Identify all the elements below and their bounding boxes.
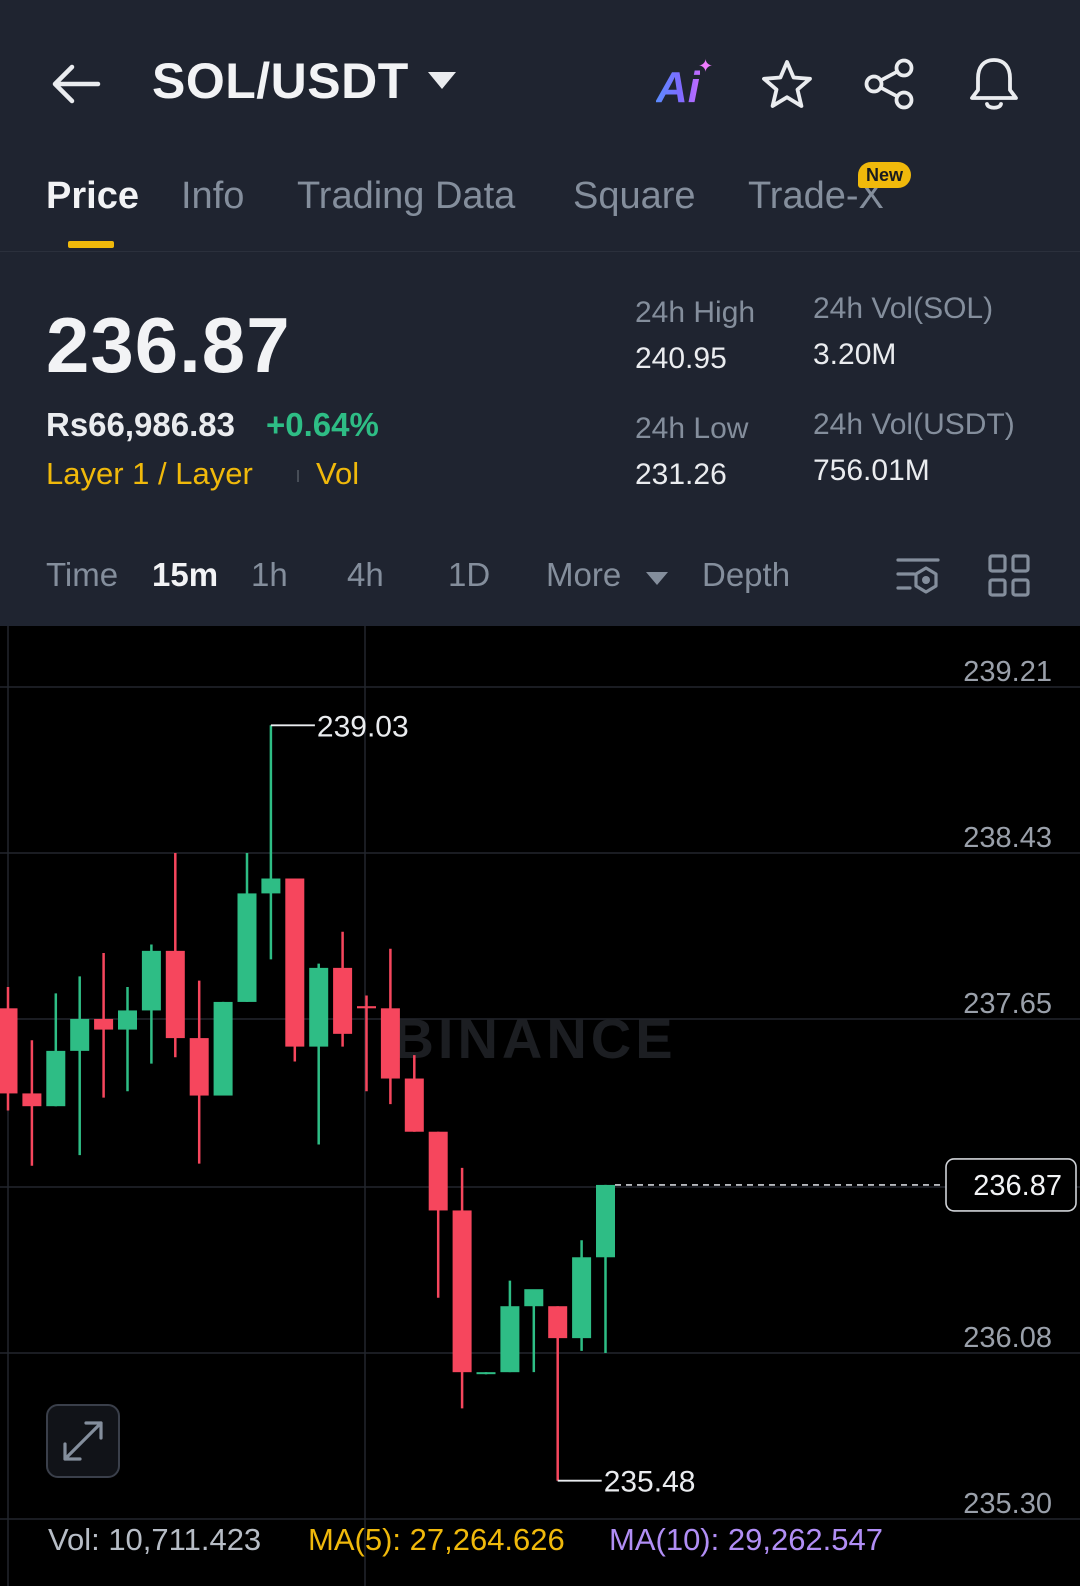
interval-bar: Time 15m 1h 4h 1D More Depth bbox=[0, 540, 1080, 624]
candle-body bbox=[357, 1006, 376, 1009]
candle-body bbox=[261, 878, 281, 894]
sparkle-icon: ✦ bbox=[698, 56, 714, 76]
fullscreen-icon[interactable] bbox=[46, 1404, 120, 1478]
tab-trading-data[interactable]: Trading Data bbox=[297, 175, 515, 218]
grid-layout-icon[interactable] bbox=[988, 554, 1030, 598]
candle-body bbox=[70, 1018, 90, 1051]
candlestick-chart[interactable]: 239.21238.43237.65236.86236.08235.30BINA… bbox=[0, 626, 1080, 1586]
active-tab-indicator bbox=[68, 241, 114, 248]
back-arrow-icon[interactable] bbox=[48, 58, 104, 110]
candle-body bbox=[572, 1257, 592, 1339]
ma10-stat: MA(10): 29,262.547 bbox=[609, 1522, 884, 1557]
candle-body bbox=[141, 950, 161, 1011]
tag-divider bbox=[297, 470, 299, 482]
tab-price[interactable]: Price bbox=[46, 175, 139, 218]
chart-svg: 239.21238.43237.65236.86236.08235.30BINA… bbox=[0, 626, 1080, 1586]
sector-tag[interactable]: Layer 1 / Layer bbox=[46, 456, 253, 492]
pair-title[interactable]: SOL/USDT bbox=[152, 52, 409, 110]
y-tick-label-1: 238.43 bbox=[963, 822, 1052, 854]
high-marker-label: 239.03 bbox=[317, 710, 409, 743]
share-icon[interactable] bbox=[862, 56, 918, 112]
low-label: 24h Low bbox=[635, 412, 749, 445]
candle-body bbox=[0, 1008, 18, 1094]
high-label: 24h High bbox=[635, 296, 756, 329]
new-badge: New bbox=[858, 162, 912, 188]
candle-body bbox=[46, 1050, 66, 1107]
y-tick-label-5: 235.30 bbox=[963, 1488, 1052, 1520]
watermark: BINANCE bbox=[393, 1007, 676, 1070]
candle-body bbox=[404, 1078, 424, 1132]
candle-body bbox=[500, 1306, 520, 1373]
time-label[interactable]: Time bbox=[46, 556, 118, 594]
candle-body bbox=[476, 1372, 496, 1375]
candle-body bbox=[524, 1289, 544, 1307]
vol-usdt-label: 24h Vol(USDT) bbox=[813, 408, 1015, 441]
depth-tab[interactable]: Depth bbox=[702, 556, 790, 594]
candle-body bbox=[213, 1001, 233, 1096]
candle-body bbox=[428, 1131, 448, 1211]
candle-body bbox=[309, 967, 329, 1047]
interval-1d[interactable]: 1D bbox=[448, 556, 490, 594]
candle-body bbox=[285, 878, 305, 1047]
vol-sol-label: 24h Vol(SOL) bbox=[813, 292, 994, 325]
caret-down-icon bbox=[646, 572, 668, 585]
bell-icon[interactable] bbox=[966, 54, 1022, 114]
candle-body bbox=[380, 1008, 400, 1079]
star-icon[interactable] bbox=[760, 58, 814, 112]
volume-stat: Vol: 10,711.423 bbox=[48, 1522, 262, 1557]
candle-body bbox=[189, 1038, 209, 1096]
ai-button[interactable]: Ai ✦ bbox=[656, 56, 718, 114]
vol-usdt-value: 756.01M bbox=[813, 454, 930, 487]
more-dropdown[interactable]: More bbox=[546, 556, 621, 594]
current-price-label: 236.87 bbox=[973, 1170, 1062, 1202]
y-tick-label-4: 236.08 bbox=[963, 1322, 1052, 1354]
price-change-percent: +0.64% bbox=[266, 406, 379, 443]
high-value: 240.95 bbox=[635, 342, 727, 375]
candle-body bbox=[22, 1093, 42, 1107]
vol-sol-value: 3.20M bbox=[813, 338, 897, 371]
low-value: 231.26 bbox=[635, 458, 727, 491]
header: SOL/USDT Ai ✦ bbox=[0, 0, 1080, 160]
candle-body bbox=[452, 1210, 472, 1373]
y-tick-label-0: 239.21 bbox=[963, 656, 1052, 688]
ma5-stat: MA(5): 27,264.626 bbox=[308, 1522, 565, 1557]
vol-tag[interactable]: Vol bbox=[316, 456, 359, 492]
tab-info[interactable]: Info bbox=[181, 175, 244, 218]
y-tick-label-2: 237.65 bbox=[963, 988, 1052, 1020]
fiat-price: Rs66,986.83 bbox=[46, 406, 235, 443]
candle-body bbox=[165, 950, 185, 1039]
interval-1h[interactable]: 1h bbox=[251, 556, 288, 594]
last-price: 236.87 bbox=[46, 301, 291, 389]
interval-15m[interactable]: 15m bbox=[152, 556, 218, 594]
candle-body bbox=[94, 1018, 114, 1030]
candle-body bbox=[118, 1010, 137, 1030]
ai-icon: Ai bbox=[656, 63, 700, 112]
low-marker-label: 235.48 bbox=[604, 1466, 696, 1499]
candle-body bbox=[237, 893, 257, 1002]
interval-4h[interactable]: 4h bbox=[347, 556, 384, 594]
candle-body bbox=[548, 1306, 568, 1339]
candle-body bbox=[596, 1184, 615, 1258]
tab-square[interactable]: Square bbox=[573, 175, 696, 218]
candle-body bbox=[333, 967, 353, 1034]
caret-down-icon[interactable] bbox=[428, 72, 456, 89]
chart-settings-icon[interactable] bbox=[894, 554, 942, 600]
tab-bar: Price Info Trading Data Square Trade-X bbox=[0, 165, 1080, 252]
